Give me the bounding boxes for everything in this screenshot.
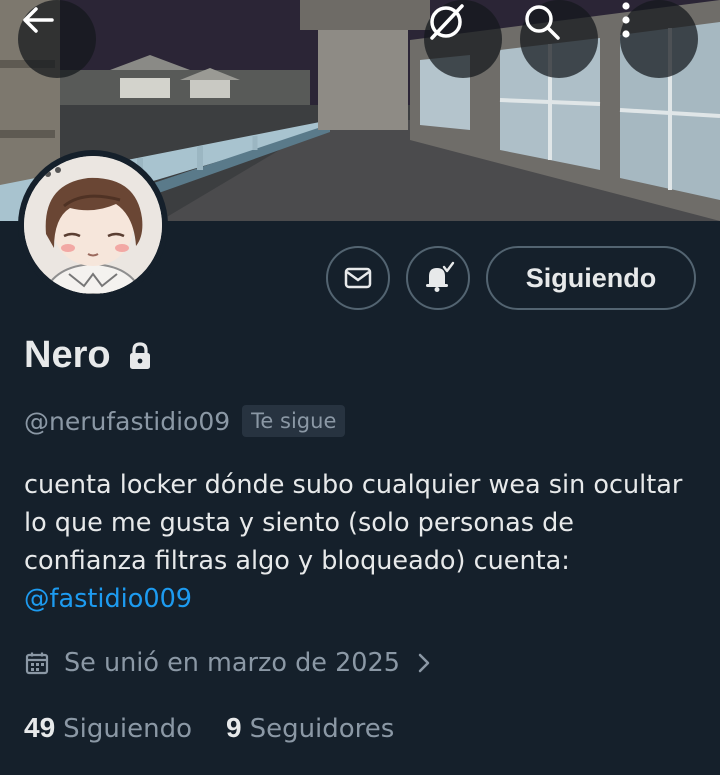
calendar-icon xyxy=(24,650,50,676)
following-stat-label: Siguiendo xyxy=(63,714,192,744)
bio-text: cuenta locker dónde subo cualquier wea s… xyxy=(24,470,683,576)
message-button[interactable] xyxy=(326,246,390,310)
avatar-image xyxy=(24,156,162,294)
profile-handle: @nerufastidio09 xyxy=(24,406,231,436)
more-vertical-icon xyxy=(622,2,630,38)
profile-name: Nero xyxy=(24,334,111,376)
bio-mention-link[interactable]: @fastidio009 xyxy=(24,584,192,614)
profile-bio: cuenta locker dónde subo cualquier wea s… xyxy=(24,466,704,618)
joined-date-text: Se unió en marzo de 2025 xyxy=(64,648,400,678)
follow-stats: 49 Siguiendo 9 Seguidores xyxy=(24,712,394,744)
following-stat-link[interactable]: 49 Siguiendo xyxy=(24,712,192,744)
notifications-button[interactable] xyxy=(406,246,470,310)
follows-you-badge: Te sigue xyxy=(242,405,346,437)
grok-icon xyxy=(430,4,464,40)
arrow-left-icon xyxy=(23,7,54,33)
avatar[interactable] xyxy=(18,150,168,300)
handle-row: @nerufastidio09 Te sigue xyxy=(24,405,346,437)
search-icon xyxy=(525,5,560,40)
grok-button[interactable] xyxy=(424,0,502,78)
bell-check-icon xyxy=(426,261,455,292)
back-button[interactable] xyxy=(18,0,96,78)
followers-stat-label: Seguidores xyxy=(249,714,395,744)
envelope-icon xyxy=(344,267,372,289)
joined-date-row[interactable]: Se unió en marzo de 2025 xyxy=(24,648,432,678)
followers-stat-link[interactable]: 9 Seguidores xyxy=(226,712,394,744)
search-button[interactable] xyxy=(520,0,598,78)
followers-count: 9 xyxy=(225,712,242,743)
following-button[interactable]: Siguiendo xyxy=(486,246,696,310)
following-count: 49 xyxy=(24,712,56,743)
chevron-right-icon xyxy=(416,651,432,675)
following-button-label: Siguiendo xyxy=(525,262,657,293)
lock-icon xyxy=(127,341,153,371)
more-button[interactable] xyxy=(620,0,698,78)
profile-name-row: Nero xyxy=(24,334,153,377)
